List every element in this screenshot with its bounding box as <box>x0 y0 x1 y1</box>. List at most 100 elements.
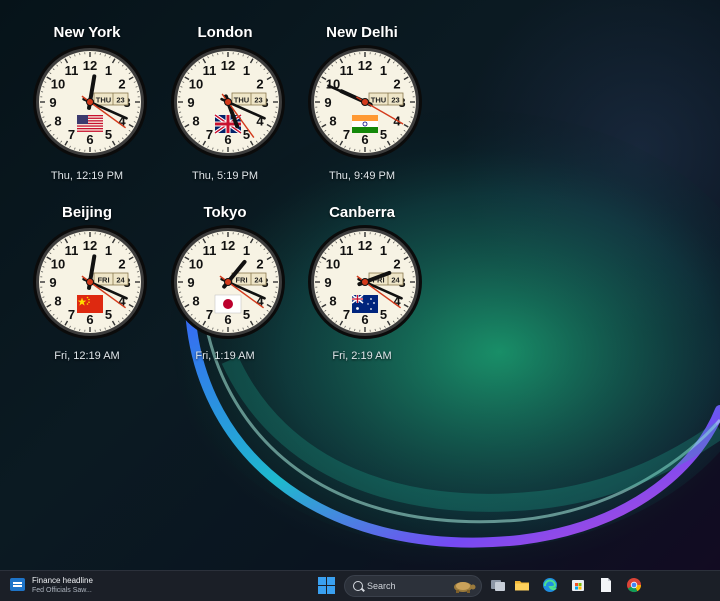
dial-number: 6 <box>224 312 231 327</box>
china-flag-icon <box>77 295 103 313</box>
dial-number: 11 <box>65 63 79 78</box>
dial-number: 12 <box>358 58 372 73</box>
dial-number: 1 <box>243 63 250 78</box>
clock-time-readout: Thu, 12:19 PM <box>22 170 152 182</box>
analog-clock-face: 121234567891011THU23 <box>32 44 148 160</box>
day-label: THU <box>371 96 386 105</box>
dial-number: 8 <box>192 114 199 129</box>
clock-city-label: Beijing <box>22 204 152 221</box>
dial-number: 7 <box>343 307 350 322</box>
dial-number: 5 <box>380 307 387 322</box>
taskbar: Finance headline Fed Officials Saw... Se… <box>0 570 720 601</box>
search-placeholder: Search <box>367 581 396 591</box>
dial-number: 8 <box>192 294 199 309</box>
date-label: 24 <box>254 276 263 285</box>
dial-number: 11 <box>65 243 79 258</box>
turtle-search-highlight-icon <box>449 579 477 593</box>
dial-number: 8 <box>329 294 336 309</box>
search-input[interactable]: Search <box>344 575 482 597</box>
day-date-window: FRI 24 <box>232 273 266 285</box>
dial-number: 9 <box>187 95 194 110</box>
clock-city-label: Canberra <box>297 204 427 221</box>
dial-number: 6 <box>224 132 231 147</box>
world-clock[interactable]: Beijing121234567891011FRI24Fri, 12:19 AM <box>22 204 152 364</box>
dial-number: 10 <box>51 257 65 272</box>
dial-number: 9 <box>49 95 56 110</box>
dial-number: 10 <box>189 77 203 92</box>
dial-number: 6 <box>361 132 368 147</box>
store-icon[interactable] <box>570 577 586 593</box>
world-clock[interactable]: New York121234567891011THU23Thu, 12:19 P… <box>22 24 152 184</box>
dial-number: 5 <box>105 127 112 142</box>
edge-browser-icon[interactable] <box>542 577 558 593</box>
day-label: THU <box>96 96 111 105</box>
date-label: 24 <box>391 276 400 285</box>
windows-start-icon[interactable] <box>318 577 336 595</box>
task-view-icon[interactable] <box>490 577 506 593</box>
dial-number: 8 <box>54 114 61 129</box>
dial-number: 5 <box>243 307 250 322</box>
dial-number: 7 <box>206 127 213 142</box>
clock-city-label: Tokyo <box>160 204 290 221</box>
dial-number: 2 <box>118 257 125 272</box>
clock-city-label: London <box>160 24 290 41</box>
clock-time-readout: Fri, 2:19 AM <box>297 350 427 362</box>
dial-number: 5 <box>105 307 112 322</box>
date-label: 23 <box>116 96 124 105</box>
clock-time-readout: Fri, 12:19 AM <box>22 350 152 362</box>
clock-city-label: New Delhi <box>297 24 427 41</box>
dial-number: 6 <box>86 312 93 327</box>
australia-flag-icon <box>352 295 378 313</box>
dial-number: 12 <box>358 238 372 253</box>
dial-number: 12 <box>221 238 235 253</box>
dial-number: 9 <box>324 95 331 110</box>
dial-number: 6 <box>361 312 368 327</box>
date-label: 23 <box>254 96 262 105</box>
day-label: FRI <box>235 276 247 285</box>
dial-number: 7 <box>343 127 350 142</box>
widget-title: Finance headline <box>32 576 93 585</box>
file-explorer-icon[interactable] <box>514 577 530 593</box>
analog-clock-face: 121234567891011FRI24 <box>307 224 423 340</box>
dial-number: 1 <box>105 63 112 78</box>
dial-number: 2 <box>393 77 400 92</box>
desktop-background: New York121234567891011THU23Thu, 12:19 P… <box>0 0 720 570</box>
world-clock[interactable]: London121234567891011THU23Thu, 5:19 PM <box>160 24 290 184</box>
india-flag-icon <box>352 115 378 133</box>
clock-time-readout: Thu, 9:49 PM <box>297 170 427 182</box>
clock-time-readout: Thu, 5:19 PM <box>160 170 290 182</box>
dial-number: 12 <box>83 238 97 253</box>
document-icon[interactable] <box>598 577 614 593</box>
japan-flag-icon <box>215 295 241 313</box>
chrome-icon[interactable] <box>626 577 642 593</box>
dial-number: 8 <box>54 294 61 309</box>
world-clock[interactable]: Canberra121234567891011FRI24Fri, 2:19 AM <box>297 204 427 364</box>
dial-number: 10 <box>51 77 65 92</box>
world-clock[interactable]: New Delhi121234567891011THU23Thu, 9:49 P… <box>297 24 427 184</box>
day-label: FRI <box>97 276 109 285</box>
dial-number: 8 <box>329 114 336 129</box>
dial-number: 2 <box>393 257 400 272</box>
day-date-window: THU 23 <box>94 93 128 105</box>
widget-subtitle: Fed Officials Saw... <box>32 587 92 594</box>
date-label: 24 <box>116 276 125 285</box>
clock-time-readout: Fri, 1:19 AM <box>160 350 290 362</box>
analog-clock-face: 121234567891011THU23 <box>170 44 286 160</box>
search-icon <box>353 581 363 591</box>
dial-number: 2 <box>256 77 263 92</box>
dial-number: 5 <box>243 127 250 142</box>
dial-number: 10 <box>326 257 340 272</box>
dial-number: 7 <box>68 127 75 142</box>
dial-number: 11 <box>340 243 354 258</box>
analog-clock-face: 121234567891011FRI24 <box>32 224 148 340</box>
day-label: THU <box>234 96 249 105</box>
dial-number: 1 <box>380 63 387 78</box>
dial-number: 1 <box>380 243 387 258</box>
dial-number: 12 <box>83 58 97 73</box>
world-clock[interactable]: Tokyo121234567891011FRI24Fri, 1:19 AM <box>160 204 290 364</box>
dial-number: 5 <box>380 127 387 142</box>
dial-number: 2 <box>118 77 125 92</box>
news-widget[interactable]: Finance headline Fed Officials Saw... <box>8 575 138 597</box>
day-date-window: THU 23 <box>232 93 266 105</box>
day-date-window: THU23 <box>369 93 403 105</box>
